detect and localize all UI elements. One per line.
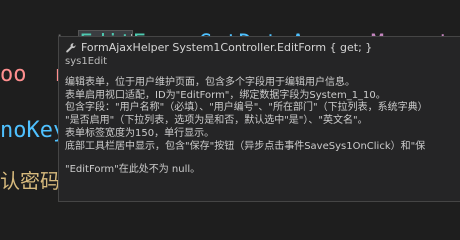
hover-tooltip: FormAjaxHelper System1Controller.EditFor… xyxy=(58,36,460,202)
code-editor[interactable]: ¦ EditForm.GetDataAsync<Mssystem_1>(); o… xyxy=(0,0,460,203)
description-line: 编辑表单，位于用户维护页面，包含多个字段用于编辑用户信息。 xyxy=(65,77,355,88)
description-line: 包含字段："用户名称"（必填）、"用户编号"、"所在部门"（下拉列表，系统字典） xyxy=(65,102,428,114)
tooltip-description: 编辑表单，位于用户维护页面，包含多个字段用于编辑用户信息。 表单启用视口适配，I… xyxy=(65,77,455,153)
nullability-note: "EditForm"在此处不为 null。 xyxy=(65,164,201,176)
description-line: 表单标签宽度为150，单行显示。 xyxy=(65,127,215,139)
description-line: 表单启用视口适配，ID为"EditForm"，绑定数据字段为System_1_1… xyxy=(65,89,386,101)
description-line: 底部工具栏居中显示，包含"保存"按钮（异步点击事件SaveSys1OnClick… xyxy=(65,140,426,152)
wrench-icon xyxy=(65,42,77,54)
tooltip-header: FormAjaxHelper System1Controller.EditFor… xyxy=(65,41,455,55)
tooltip-subtitle: sys1Edit xyxy=(65,56,108,67)
code-line[interactable]: 认密码 xyxy=(0,168,60,194)
tooltip-signature: FormAjaxHelper System1Controller.EditFor… xyxy=(81,41,373,54)
description-line: "是否启用"（下拉列表，选项为是和否，默认选中"是"）、"英文名"。 xyxy=(65,115,368,127)
code-line[interactable]: noKey xyxy=(0,118,66,144)
